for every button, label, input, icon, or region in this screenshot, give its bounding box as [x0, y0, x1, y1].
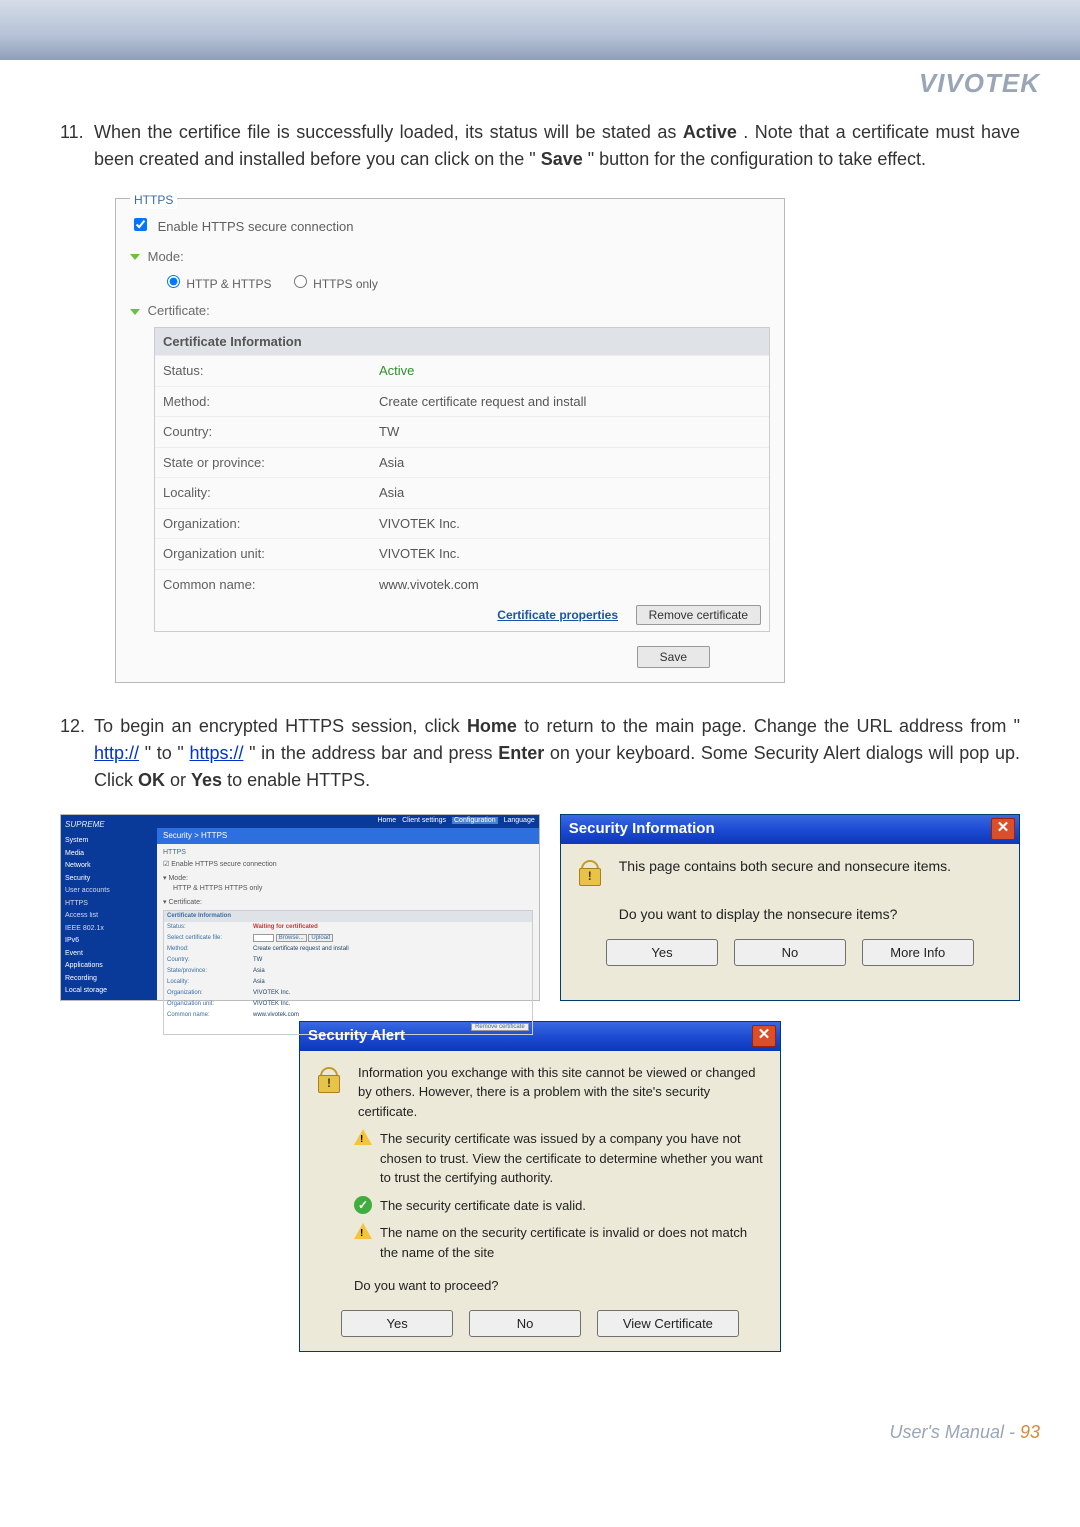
step-12-number: 12. [60, 713, 94, 794]
mini-sidebar: SUPREME System Media Network Security Us… [61, 815, 157, 1000]
page-footer: User's Manual - 93 [0, 1382, 1080, 1463]
sec-info-line1: This page contains both secure and nonse… [619, 856, 1005, 877]
sec-alert-item3: The name on the security certificate is … [380, 1223, 766, 1262]
certificate-table: Certificate Information Status:Active Me… [154, 327, 770, 633]
mode-label: Mode: [148, 249, 184, 264]
sec-info-moreinfo-button[interactable]: More Info [862, 939, 974, 967]
sec-info-line2: Do you want to display the nonsecure ite… [619, 904, 1005, 925]
sec-alert-title: Security Alert [308, 1025, 405, 1048]
enable-https-label: Enable HTTPS secure connection [158, 219, 354, 234]
config-mini-screenshot: SUPREME System Media Network Security Us… [60, 814, 540, 1001]
sec-alert-item2: The security certificate date is valid. [380, 1196, 766, 1216]
mini-top-links: Home Client settings Configuration Langu… [157, 815, 539, 828]
close-icon[interactable]: ✕ [752, 1025, 776, 1047]
check-icon: ✓ [354, 1196, 372, 1214]
http-link[interactable]: http:// [94, 743, 139, 763]
lock-warning-icon [314, 1063, 348, 1097]
https-link[interactable]: https:// [189, 743, 243, 763]
sec-alert-intro: Information you exchange with this site … [358, 1063, 766, 1122]
sec-alert-item1: The security certificate was issued by a… [380, 1129, 766, 1188]
security-alert-dialog: Security Alert ✕ Information you exchang… [299, 1021, 781, 1352]
page-number: 93 [1020, 1422, 1040, 1442]
lock-warning-icon [575, 856, 609, 890]
mode-both-radio[interactable] [167, 275, 180, 288]
step-11: 11. When the certifice file is successfu… [60, 119, 1020, 173]
certificate-label: Certificate: [148, 303, 210, 318]
warning-icon [354, 1223, 372, 1239]
enable-https-checkbox[interactable] [134, 218, 147, 231]
sec-info-no-button[interactable]: No [734, 939, 846, 967]
view-certificate-button[interactable]: View Certificate [597, 1310, 739, 1338]
certificate-properties-link[interactable]: Certificate properties [497, 608, 618, 622]
step-11-text: When the certifice file is successfully … [94, 119, 1020, 173]
brand-name: VIVOTEK [0, 60, 1080, 119]
cert-table-head: Certificate Information [155, 328, 769, 356]
sec-alert-yes-button[interactable]: Yes [341, 1310, 453, 1338]
remove-certificate-button[interactable]: Remove certificate [636, 605, 761, 625]
mode-both-option[interactable]: HTTP & HTTPS [162, 277, 271, 291]
chevron-down-icon[interactable] [130, 309, 140, 315]
mode-only-radio[interactable] [294, 275, 307, 288]
mini-logo: SUPREME [61, 817, 157, 835]
step-11-number: 11. [60, 119, 94, 173]
security-information-dialog: Security Information ✕ This page contain… [560, 814, 1020, 1001]
chevron-down-icon[interactable] [130, 254, 140, 260]
https-panel: HTTPS Enable HTTPS secure connection Mod… [115, 198, 785, 683]
sec-alert-no-button[interactable]: No [469, 1310, 581, 1338]
sec-info-title: Security Information [569, 818, 715, 841]
https-legend: HTTPS [130, 191, 177, 209]
page-top-bar [0, 0, 1080, 60]
enable-https-row[interactable]: Enable HTTPS secure connection [130, 215, 770, 237]
save-button[interactable]: Save [637, 646, 710, 668]
sec-info-yes-button[interactable]: Yes [606, 939, 718, 967]
sec-alert-proceed: Do you want to proceed? [354, 1276, 766, 1296]
step-12-text: To begin an encrypted HTTPS session, cli… [94, 713, 1020, 794]
warning-icon [354, 1129, 372, 1145]
step-12: 12. To begin an encrypted HTTPS session,… [60, 713, 1020, 794]
close-icon[interactable]: ✕ [991, 818, 1015, 840]
mini-breadcrumb: Security > HTTPS [157, 828, 539, 844]
cert-status-value: Active [371, 356, 769, 386]
mode-only-option[interactable]: HTTPS only [289, 277, 378, 291]
